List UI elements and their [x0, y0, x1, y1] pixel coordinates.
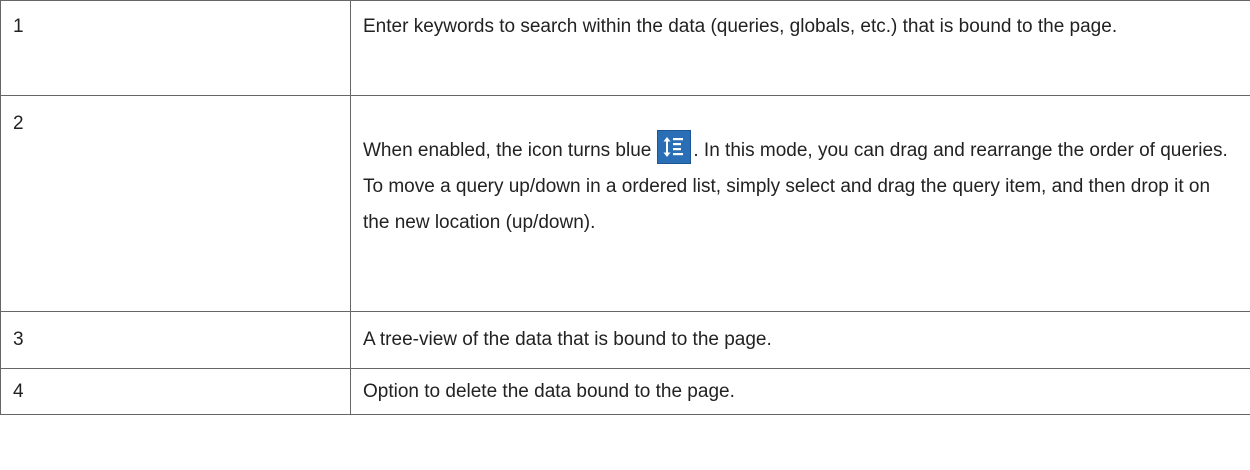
callout-description: Enter keywords to search within the data… [350, 0, 1250, 96]
callout-description: When enabled, the icon turns blue . In t… [350, 95, 1250, 312]
reorder-icon [657, 130, 692, 164]
callout-table: 1 Enter keywords to search within the da… [0, 0, 1250, 415]
callout-description: A tree-view of the data that is bound to… [350, 311, 1250, 369]
description-text-before-icon: When enabled, the icon turns blue [363, 140, 652, 161]
table-row: 4 Option to delete the data bound to the… [0, 368, 1250, 415]
callout-number: 1 [0, 0, 351, 96]
callout-description: Option to delete the data bound to the p… [350, 368, 1250, 415]
callout-number: 3 [0, 311, 351, 369]
callout-number: 4 [0, 368, 351, 415]
table-row: 2 When enabled, the icon turns blue . In… [0, 95, 1250, 312]
callout-number: 2 [0, 95, 351, 312]
table-row: 3 A tree-view of the data that is bound … [0, 311, 1250, 369]
table-row: 1 Enter keywords to search within the da… [0, 0, 1250, 96]
